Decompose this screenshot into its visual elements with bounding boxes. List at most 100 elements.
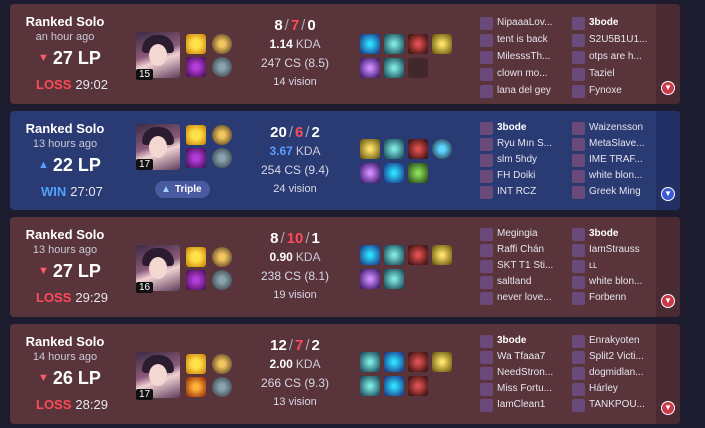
- item-icon[interactable]: [408, 139, 428, 159]
- item-icon[interactable]: [408, 163, 428, 183]
- item-icon[interactable]: [384, 163, 404, 183]
- player-blue-1[interactable]: NipaaaLov...: [480, 17, 552, 32]
- player-name: Forbenn: [589, 292, 627, 303]
- item-icon[interactable]: [384, 58, 404, 78]
- chevron-down-icon[interactable]: ▼: [661, 294, 675, 308]
- chevron-down-icon[interactable]: ▼: [661, 81, 675, 95]
- player-red-5[interactable]: Greek Ming: [572, 186, 641, 201]
- lp-value: 26 LP: [52, 368, 101, 388]
- player-red-4[interactable]: Hárley: [572, 383, 618, 398]
- player-blue-4[interactable]: clown mo...: [480, 68, 548, 83]
- player-blue-5[interactable]: never love...: [480, 292, 551, 307]
- item-icon[interactable]: [360, 58, 380, 78]
- summoner-spell-flash-icon[interactable]: [186, 354, 206, 374]
- trinket-icon[interactable]: [432, 139, 452, 159]
- player-red-3[interactable]: IME TRAF...: [572, 154, 643, 169]
- deaths: 10: [286, 230, 304, 247]
- player-red-1[interactable]: 3bode: [572, 17, 618, 32]
- player-red-5[interactable]: Forbenn: [572, 292, 626, 307]
- match-card[interactable]: Ranked Solo 14 hours ago ▼ 26 LP LOSS 28:2…: [10, 324, 680, 424]
- item-icon[interactable]: [360, 139, 380, 159]
- player-name: 3bode: [589, 228, 619, 239]
- player-blue-4[interactable]: FH Doiki: [480, 170, 535, 185]
- player-red-3[interactable]: otps are h...: [572, 51, 642, 66]
- player-name: MilesssTh...: [497, 51, 551, 62]
- item-icon[interactable]: [360, 376, 380, 396]
- expand-panel[interactable]: ▼: [656, 111, 680, 210]
- player-blue-3[interactable]: SKT T1 Sti...: [480, 260, 553, 275]
- expand-panel[interactable]: ▼: [656, 324, 680, 424]
- player-red-5[interactable]: TANKPOU...: [572, 399, 645, 414]
- player-name: SKT T1 Sti...: [497, 260, 554, 271]
- chevron-down-icon[interactable]: ▼: [661, 401, 675, 415]
- player-red-3[interactable]: ʟʟ: [572, 260, 597, 275]
- item-icon[interactable]: [384, 139, 404, 159]
- item-icon[interactable]: [360, 163, 380, 183]
- player-blue-3[interactable]: slm 5hdy: [480, 154, 537, 169]
- player-red-2[interactable]: Split2 Victi...: [572, 351, 644, 366]
- item-icon[interactable]: [384, 269, 404, 289]
- player-red-2[interactable]: MetaSlave...: [572, 138, 645, 153]
- item-icon[interactable]: [384, 352, 404, 372]
- player-red-4[interactable]: white blon...: [572, 276, 642, 291]
- player-red-1[interactable]: Waizensson: [572, 122, 643, 137]
- item-icon[interactable]: [384, 245, 404, 265]
- assists: 2: [311, 124, 320, 141]
- player-name: white blon...: [589, 170, 643, 181]
- player-blue-3[interactable]: MilesssTh...: [480, 51, 550, 66]
- item-icon[interactable]: [408, 34, 428, 54]
- item-icon[interactable]: [408, 245, 428, 265]
- chevron-down-icon[interactable]: ▼: [661, 187, 675, 201]
- match-duration: 28:29: [75, 397, 108, 412]
- player-blue-2[interactable]: Wa Tfaaa7: [480, 351, 545, 366]
- player-red-1[interactable]: 3bode: [572, 228, 618, 243]
- match-card[interactable]: Ranked Solo 13 hours ago ▲ 22 LP WIN 27:07…: [10, 111, 680, 210]
- player-blue-1[interactable]: Megingia: [480, 228, 538, 243]
- player-blue-5[interactable]: INT RCZ: [480, 186, 536, 201]
- player-red-3[interactable]: dogmidlan...: [572, 367, 643, 382]
- match-card[interactable]: Ranked Solo 13 hours ago ▼ 27 LP LOSS 29:2…: [10, 217, 680, 317]
- item-icon[interactable]: [408, 376, 428, 396]
- player-blue-4[interactable]: saltland: [480, 276, 531, 291]
- item-icon[interactable]: [360, 245, 380, 265]
- summoner-spell-icon[interactable]: [186, 270, 206, 290]
- item-icon[interactable]: [384, 34, 404, 54]
- item-icon[interactable]: [360, 352, 380, 372]
- time-ago: 14 hours ago: [32, 351, 98, 363]
- summoner-spell-flash-icon[interactable]: [186, 247, 206, 267]
- match-card[interactable]: Ranked Solo an hour ago ▼ 27 LP LOSS 29:02…: [10, 4, 680, 104]
- player-name: TANKPOU...: [589, 399, 645, 410]
- player-blue-1[interactable]: 3bode: [480, 122, 526, 137]
- trinket-icon[interactable]: [432, 34, 452, 54]
- item-icon[interactable]: [360, 269, 380, 289]
- item-icon[interactable]: [384, 376, 404, 396]
- player-blue-2[interactable]: tent is back: [480, 34, 548, 49]
- player-blue-1[interactable]: 3bode: [480, 335, 526, 350]
- trinket-icon[interactable]: [432, 352, 452, 372]
- player-red-4[interactable]: white blon...: [572, 170, 642, 185]
- summoner-spell-flash-icon[interactable]: [186, 125, 206, 145]
- trinket-icon[interactable]: [432, 245, 452, 265]
- player-blue-5[interactable]: lana del gey: [480, 85, 551, 100]
- summoner-spell-icon[interactable]: [186, 148, 206, 168]
- player-blue-2[interactable]: Ryu Mın S...: [480, 138, 552, 153]
- item-icon[interactable]: [360, 34, 380, 54]
- expand-panel[interactable]: ▼: [656, 217, 680, 317]
- summoner-spell-ignite-icon[interactable]: [186, 377, 206, 397]
- player-red-5[interactable]: Fynoxe: [572, 85, 622, 100]
- summoner-spell-flash-icon[interactable]: [186, 34, 206, 54]
- player-red-2[interactable]: IamStrauss: [572, 244, 640, 259]
- lp-value: 27 LP: [52, 261, 101, 281]
- player-blue-4[interactable]: Miss Fortu...: [480, 383, 552, 398]
- lp-down-icon: ▼: [38, 372, 49, 384]
- player-red-1[interactable]: Enrakyoten: [572, 335, 640, 350]
- player-blue-3[interactable]: NeedStron...: [480, 367, 553, 382]
- player-red-2[interactable]: S2U5B1U1...: [572, 34, 647, 49]
- player-blue-2[interactable]: Raffi Chán: [480, 244, 544, 259]
- expand-panel[interactable]: ▼: [656, 4, 680, 104]
- player-red-4[interactable]: Taziel: [572, 68, 615, 83]
- item-icon[interactable]: [408, 352, 428, 372]
- player-name: MetaSlave...: [589, 138, 645, 149]
- summoner-spell-icon[interactable]: [186, 57, 206, 77]
- player-blue-5[interactable]: IamClean1: [480, 399, 545, 414]
